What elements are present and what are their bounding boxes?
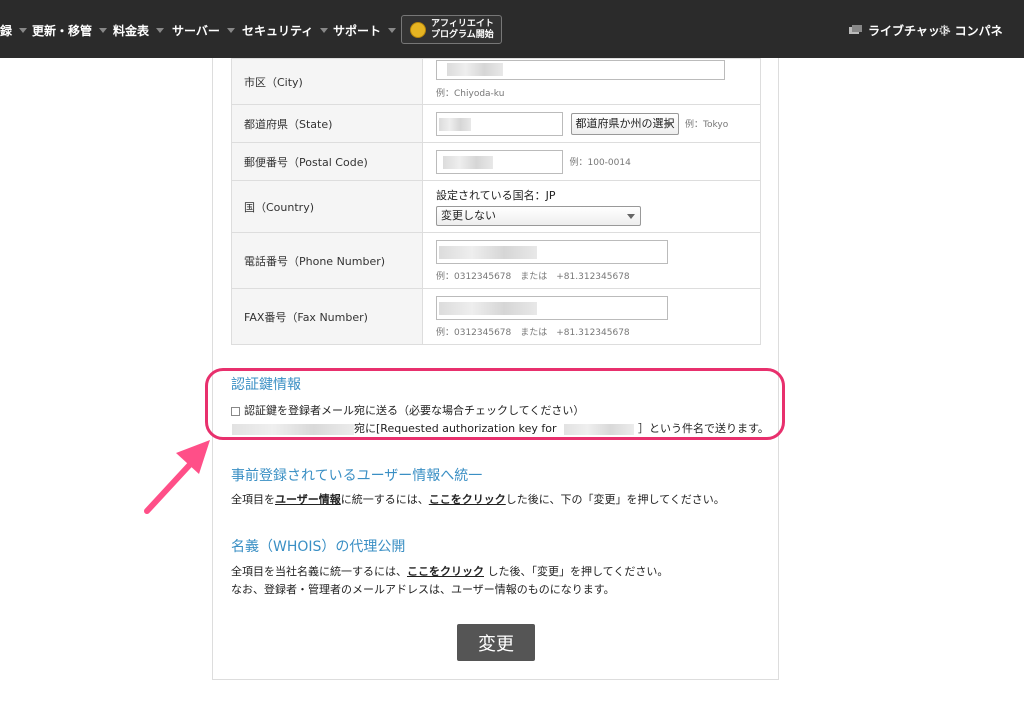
- annotation-arrow-icon: [144, 440, 210, 514]
